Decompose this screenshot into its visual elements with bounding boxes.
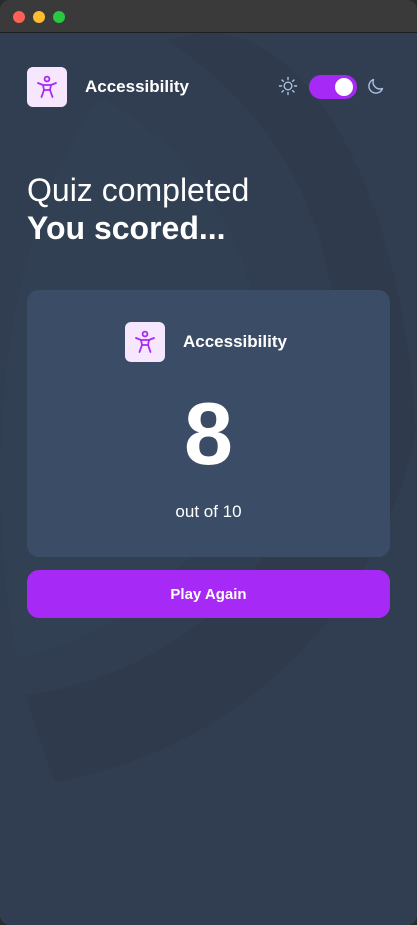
result-heading: Quiz completed You scored... xyxy=(27,171,249,247)
card-subject: Accessibility xyxy=(125,322,325,362)
heading-you-scored: You scored... xyxy=(27,210,226,246)
moon-icon xyxy=(368,78,384,94)
dark-mode-switch[interactable] xyxy=(309,75,357,99)
close-window-button[interactable] xyxy=(13,11,25,23)
window-titlebar xyxy=(0,0,417,33)
switch-knob xyxy=(335,78,353,96)
play-again-button[interactable]: Play Again xyxy=(27,570,390,618)
quiz-result-screen: Accessibility Quiz completed You scored.… xyxy=(0,33,417,925)
header: Accessibility xyxy=(27,67,390,107)
subject-title: Accessibility xyxy=(85,77,189,96)
sun-icon xyxy=(278,76,298,96)
heading-quiz-completed: Quiz completed xyxy=(27,172,250,208)
app-window: Accessibility Quiz completed You scored.… xyxy=(0,0,417,925)
score-value: 8 xyxy=(184,384,233,483)
maximize-window-button[interactable] xyxy=(53,11,65,23)
card-subject-title: Accessibility xyxy=(183,332,287,351)
score-caption: out of 10 xyxy=(175,502,242,521)
minimize-window-button[interactable] xyxy=(33,11,45,23)
accessibility-icon xyxy=(125,322,165,362)
theme-toggle xyxy=(278,74,390,100)
accessibility-icon xyxy=(27,67,67,107)
score-card: Accessibility 8 out of 10 xyxy=(27,290,390,557)
